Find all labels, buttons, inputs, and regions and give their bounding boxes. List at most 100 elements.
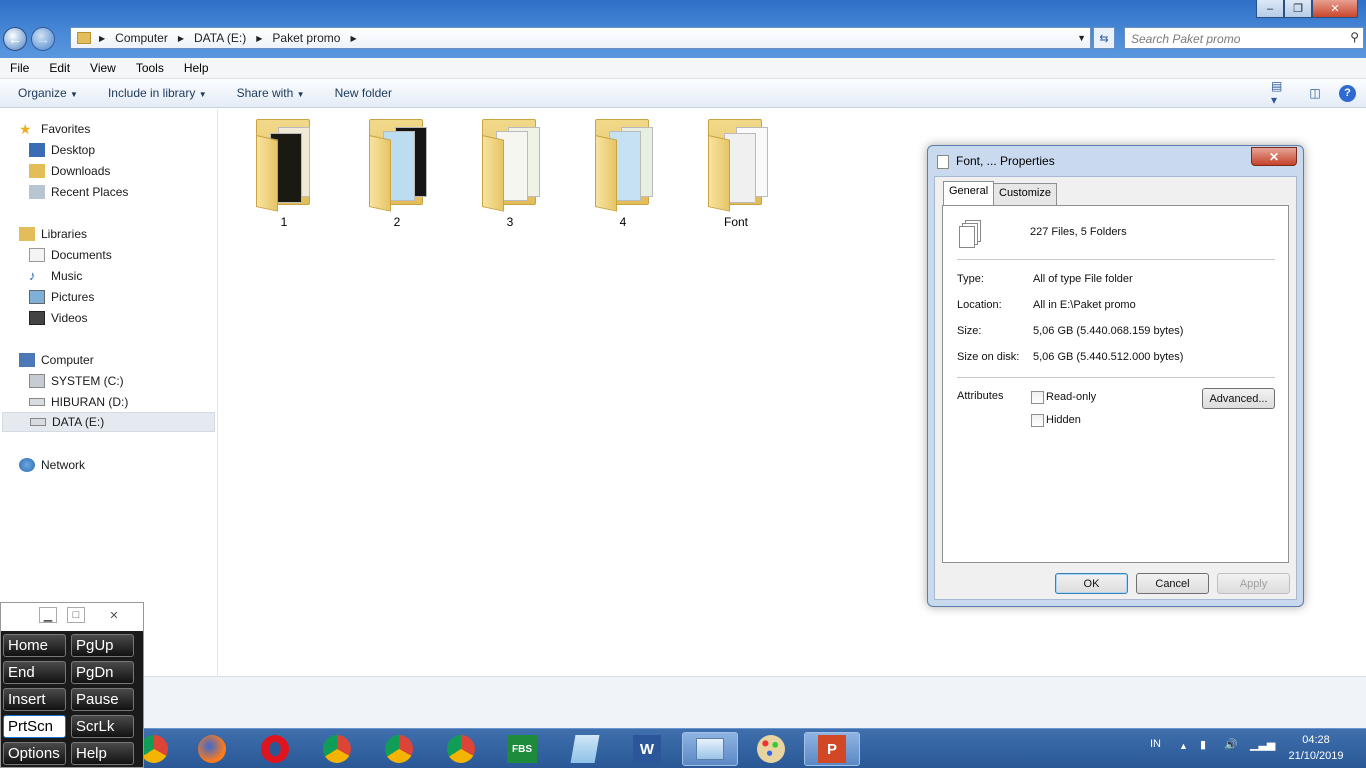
nav-network[interactable]: Network — [19, 455, 85, 475]
key-scrlk[interactable]: ScrLk — [71, 715, 134, 738]
folder-icon — [365, 115, 429, 212]
ok-button[interactable]: OK — [1055, 573, 1128, 594]
minimize-button[interactable]: ‒ — [1256, 0, 1284, 18]
music-icon: ♪ — [29, 268, 36, 283]
organize-button[interactable]: Organize ▼ — [0, 86, 93, 100]
address-bar[interactable]: ▶ Computer ▶ DATA (E:) ▶ Paket promo ▶ ▼ — [70, 27, 1091, 49]
osk-maximize-button[interactable]: □ — [67, 607, 85, 623]
forward-button[interactable]: → — [31, 27, 55, 51]
nav-music[interactable]: ♪ Music — [29, 266, 82, 286]
nav-hiburan-d[interactable]: HIBURAN (D:) — [29, 392, 128, 412]
signal-icon[interactable]: ▁▃▅ — [1250, 738, 1275, 751]
key-options[interactable]: Options — [3, 742, 66, 765]
folder-item[interactable]: 3 — [470, 115, 550, 229]
breadcrumb-paket-promo[interactable]: Paket promo — [272, 31, 340, 45]
menu-edit[interactable]: Edit — [39, 61, 80, 75]
key-insert[interactable]: Insert — [3, 688, 66, 711]
search-icon: ⚲ — [1350, 30, 1359, 44]
type-value: All of type File folder — [1033, 273, 1133, 285]
key-end[interactable]: End — [3, 661, 66, 684]
key-prtscn[interactable]: PrtScn — [3, 715, 66, 738]
power-icon[interactable]: ▮ — [1200, 738, 1206, 751]
taskbar-chrome-3[interactable] — [371, 732, 427, 766]
key-help[interactable]: Help — [71, 742, 134, 765]
show-hidden-icons[interactable]: ▲ — [1179, 741, 1188, 751]
taskbar-opera[interactable] — [247, 732, 303, 766]
taskbar-powerpoint[interactable]: P — [804, 732, 860, 766]
pictures-icon — [29, 290, 45, 304]
new-folder-button[interactable]: New folder — [320, 86, 407, 100]
breadcrumb-data-e[interactable]: DATA (E:) — [194, 31, 246, 45]
taskbar-explorer[interactable] — [682, 732, 738, 766]
close-button[interactable]: ✕ — [1312, 0, 1358, 18]
breadcrumb-computer[interactable]: Computer — [115, 31, 168, 45]
window-controls: ‒ ❐ ✕ — [1256, 0, 1358, 18]
folder-item[interactable]: Font — [696, 115, 776, 229]
folder-item[interactable]: 1 — [244, 115, 324, 229]
taskbar-firefox[interactable] — [184, 732, 240, 766]
navigation-pane: ★ Favorites Desktop Downloads Recent Plac… — [0, 109, 218, 676]
nav-label: Computer — [41, 353, 94, 367]
key-home[interactable]: Home — [3, 634, 66, 657]
folder-icon — [252, 115, 316, 212]
taskbar-fbs[interactable]: FBS — [494, 732, 550, 766]
divider — [957, 377, 1275, 378]
menu-view[interactable]: View — [80, 61, 126, 75]
nav-data-e[interactable]: DATA (E:) — [2, 412, 215, 432]
nav-downloads[interactable]: Downloads — [29, 161, 110, 181]
key-pgdn[interactable]: PgDn — [71, 661, 134, 684]
dropdown-icon: ▼ — [198, 90, 207, 99]
osk-close-button[interactable]: ✕ — [105, 607, 123, 623]
nav-documents[interactable]: Documents — [29, 245, 112, 265]
divider — [957, 259, 1275, 260]
menu-tools[interactable]: Tools — [126, 61, 174, 75]
maximize-button[interactable]: ❐ — [1284, 0, 1312, 18]
star-icon: ★ — [19, 121, 32, 137]
taskbar-chrome-2[interactable] — [309, 732, 365, 766]
back-button[interactable]: ← — [3, 27, 27, 51]
nav-favorites[interactable]: ★ Favorites — [19, 119, 90, 139]
nav-videos[interactable]: Videos — [29, 308, 87, 328]
clock-date: 21/10/2019 — [1288, 750, 1344, 762]
firefox-icon — [198, 735, 226, 763]
address-dropdown-icon[interactable]: ▼ — [1077, 33, 1086, 43]
notepad-icon — [570, 735, 600, 763]
hidden-checkbox[interactable] — [1031, 414, 1044, 427]
dialog-close-button[interactable]: ✕ — [1251, 147, 1297, 166]
menu-file[interactable]: File — [0, 61, 39, 75]
readonly-checkbox[interactable] — [1031, 391, 1044, 404]
nav-system-c[interactable]: SYSTEM (C:) — [29, 371, 124, 391]
taskbar-word[interactable]: W — [619, 732, 675, 766]
menu-help[interactable]: Help — [174, 61, 219, 75]
search-input[interactable]: Search Paket promo ⚲ — [1124, 27, 1364, 49]
language-indicator[interactable]: IN — [1150, 738, 1161, 750]
taskbar-chrome-4[interactable] — [433, 732, 489, 766]
taskbar-notepad[interactable] — [557, 732, 613, 766]
change-view-button[interactable]: ▤ ▾ — [1271, 79, 1291, 107]
nav-recent-places[interactable]: Recent Places — [29, 182, 128, 202]
folder-item[interactable]: 4 — [583, 115, 663, 229]
tab-customize[interactable]: Customize — [993, 183, 1057, 205]
nav-desktop[interactable]: Desktop — [29, 140, 95, 160]
nav-computer[interactable]: Computer — [19, 350, 94, 370]
share-with-button[interactable]: Share with ▼ — [222, 86, 320, 100]
help-button[interactable]: ? — [1339, 84, 1356, 102]
tab-general[interactable]: General — [943, 181, 995, 206]
clock[interactable]: 04:28 21/10/2019 — [1276, 732, 1356, 764]
advanced-button[interactable]: Advanced... — [1202, 388, 1275, 409]
refresh-button[interactable]: ⇆ — [1093, 27, 1115, 49]
volume-icon[interactable]: 🔊 — [1224, 738, 1238, 751]
preview-pane-button[interactable]: ◫ — [1305, 83, 1325, 103]
osk-minimize-button[interactable]: ▁ — [39, 607, 57, 623]
osk-titlebar: ▁ □ ✕ — [1, 603, 143, 631]
toolbar-right: ▤ ▾ ◫ ? — [1271, 79, 1356, 107]
taskbar-paint[interactable] — [743, 732, 799, 766]
key-pause[interactable]: Pause — [71, 688, 134, 711]
include-in-library-button[interactable]: Include in library ▼ — [93, 86, 222, 100]
cancel-button[interactable]: Cancel — [1136, 573, 1209, 594]
key-pgup[interactable]: PgUp — [71, 634, 134, 657]
nav-libraries[interactable]: Libraries — [19, 224, 87, 244]
command-toolbar: Organize ▼ Include in library ▼ Share wi… — [0, 79, 1366, 108]
nav-pictures[interactable]: Pictures — [29, 287, 94, 307]
folder-item[interactable]: 2 — [357, 115, 437, 229]
